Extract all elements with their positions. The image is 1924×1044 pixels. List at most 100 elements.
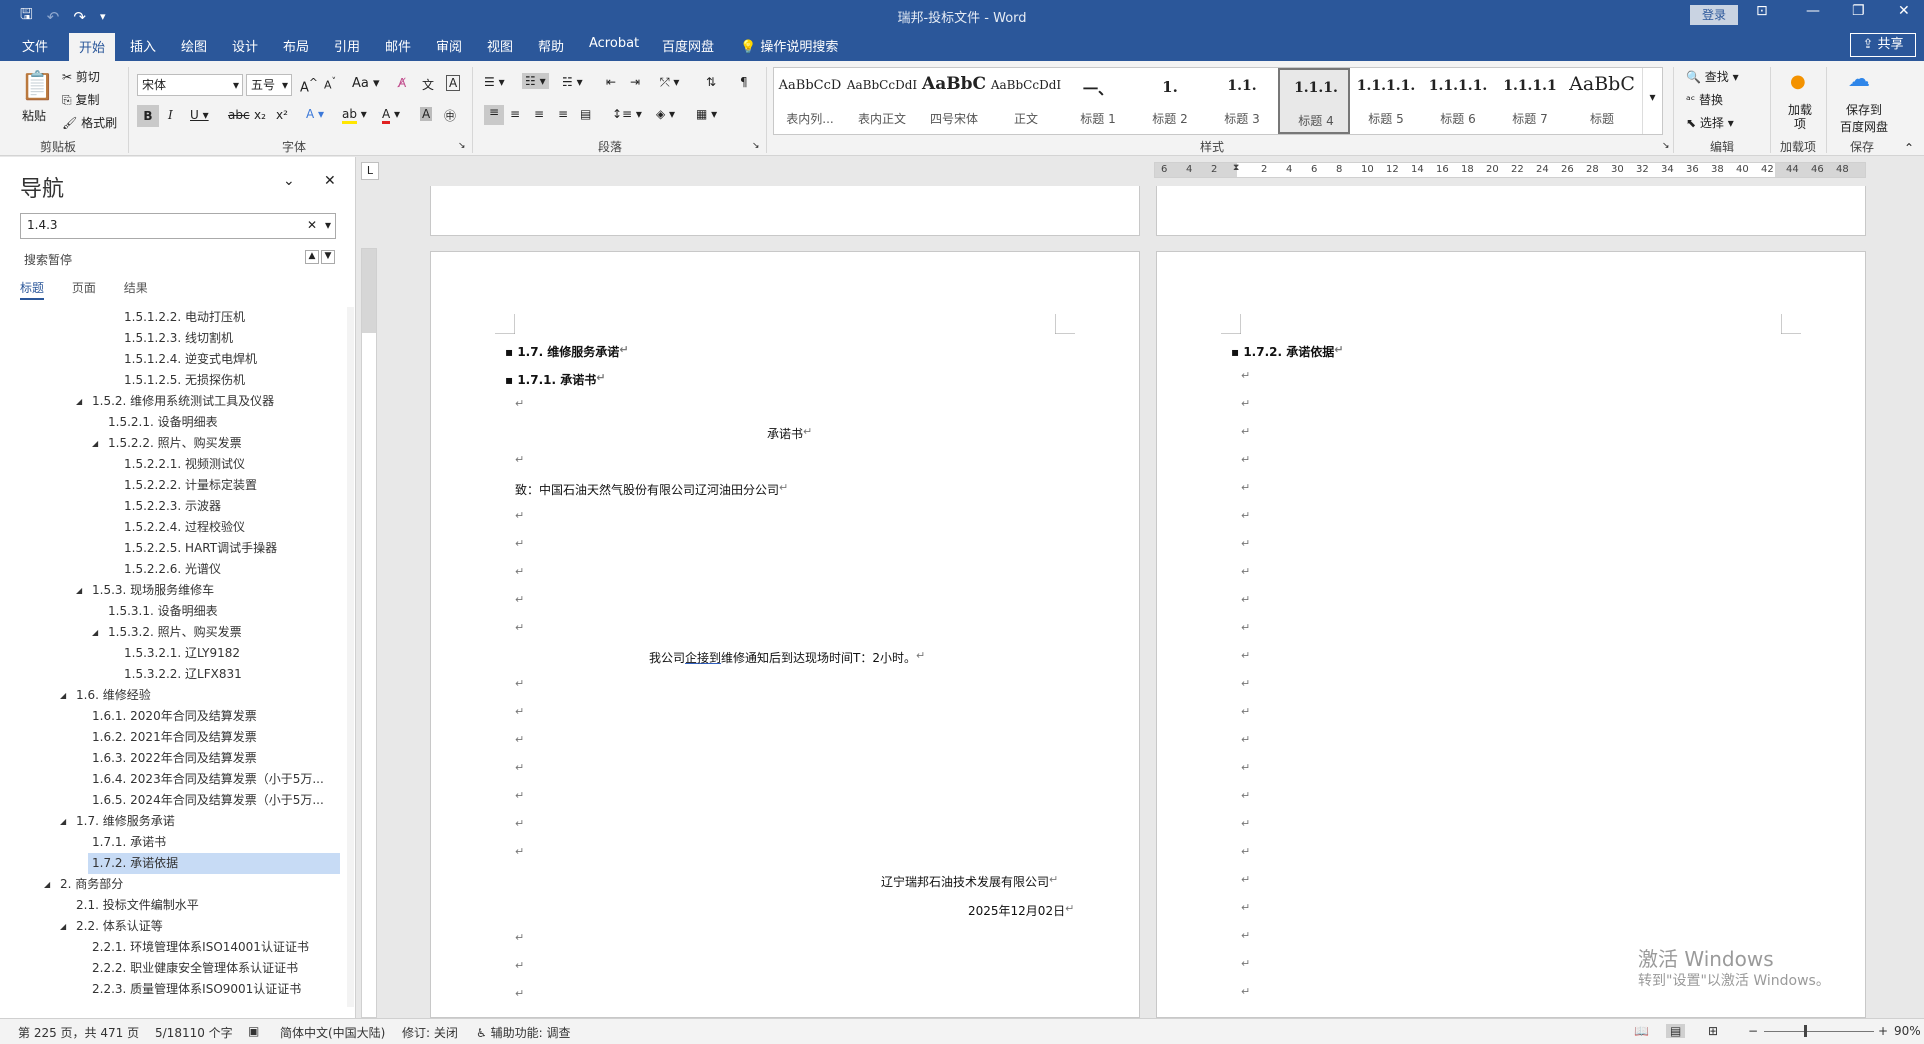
numbering-icon[interactable]: ☷ ▾ bbox=[522, 73, 549, 89]
nav-scrollbar[interactable] bbox=[347, 307, 354, 1007]
tab-selector[interactable]: L bbox=[361, 162, 379, 180]
superscript-button[interactable]: x² bbox=[276, 108, 288, 122]
undo-icon[interactable]: ↶ bbox=[47, 8, 60, 26]
nav-tab-results[interactable]: 结果 bbox=[124, 281, 148, 295]
style-item[interactable]: AaBbC 四号宋体 bbox=[918, 68, 990, 134]
addins-icon[interactable]: ● bbox=[1790, 71, 1806, 92]
zoom-level[interactable]: 90% bbox=[1894, 1024, 1921, 1038]
horizontal-ruler[interactable]: 6 4 2 2 4 6 8 10 12 14 16 18 20 22 24 26 28 30 32 34 36 38 40 4… bbox=[1154, 162, 1866, 178]
nav-heading-item[interactable]: 1.5.1.2.4. 逆变式电焊机 bbox=[124, 349, 257, 370]
style-item[interactable]: 一、 标题 1 bbox=[1062, 68, 1134, 134]
nav-heading-item[interactable]: 1.5.2.1. 设备明细表 bbox=[108, 412, 218, 433]
indent-marker[interactable]: ⧗ bbox=[1233, 163, 1239, 173]
proofing-icon[interactable]: ▣ bbox=[248, 1024, 259, 1038]
text-effects-icon[interactable]: A ▾ bbox=[306, 107, 324, 121]
align-right-button[interactable]: ≡ bbox=[534, 107, 544, 121]
decrease-indent-icon[interactable]: ⇤ bbox=[606, 75, 616, 89]
nav-heading-item[interactable]: ◢ 1.5.3. 现场服务维修车 bbox=[76, 580, 214, 601]
justify-button[interactable]: ≡ bbox=[558, 107, 568, 121]
zoom-out-icon[interactable]: − bbox=[1748, 1024, 1758, 1038]
expand-toggle-icon[interactable]: ◢ bbox=[44, 874, 50, 895]
style-item[interactable]: 1.1.1.1. 标题 6 bbox=[1422, 68, 1494, 134]
tab-help[interactable]: 帮助 bbox=[538, 36, 564, 55]
style-item[interactable]: 1.1.1.1 标题 7 bbox=[1494, 68, 1566, 134]
borders-icon[interactable]: ▦ ▾ bbox=[696, 107, 717, 121]
style-item[interactable]: 1.1.1. 标题 4 bbox=[1278, 68, 1350, 134]
tab-file[interactable]: 文件 bbox=[22, 36, 48, 55]
baidu-cloud-icon[interactable]: ☁ bbox=[1848, 67, 1870, 92]
style-item[interactable]: AaBbCcD 表内列... bbox=[774, 68, 846, 134]
close-icon[interactable]: ✕ bbox=[324, 173, 336, 189]
zoom-slider[interactable] bbox=[1764, 1031, 1874, 1032]
sort-icon[interactable]: ⇅ bbox=[706, 75, 716, 89]
align-left-button[interactable]: ≡ bbox=[484, 105, 504, 125]
minimize-icon[interactable]: — bbox=[1806, 3, 1820, 19]
style-item[interactable]: 1.1.1.1. 标题 5 bbox=[1350, 68, 1422, 134]
previous-result-icon[interactable]: ▲ bbox=[305, 250, 319, 264]
show-marks-icon[interactable]: ¶ bbox=[740, 75, 748, 89]
strikethrough-button[interactable]: abc bbox=[228, 108, 250, 122]
highlight-icon[interactable]: ab ▾ bbox=[342, 107, 367, 124]
bold-button[interactable]: B bbox=[137, 105, 159, 127]
nav-heading-item[interactable]: 1.6.3. 2022年合同及结算发票 bbox=[92, 748, 257, 769]
styles-dialog-launcher-icon[interactable]: ↘ bbox=[1662, 141, 1670, 151]
distributed-button[interactable]: ▤ bbox=[580, 107, 591, 121]
nav-heading-item[interactable]: 1.6.2. 2021年合同及结算发票 bbox=[92, 727, 257, 748]
nav-heading-item[interactable]: ◢ 1.5.2.2. 照片、购买发票 bbox=[92, 433, 242, 454]
nav-heading-item[interactable]: 1.5.2.2.3. 示波器 bbox=[124, 496, 221, 517]
tab-insert[interactable]: 插入 bbox=[130, 36, 156, 55]
select-button[interactable]: ⬉ 选择 ▾ bbox=[1686, 114, 1734, 131]
character-shading-icon[interactable]: A bbox=[420, 107, 433, 121]
nav-heading-item[interactable]: 1.6.4. 2023年合同及结算发票（小于5万... bbox=[92, 769, 324, 790]
expand-toggle-icon[interactable]: ◢ bbox=[60, 685, 66, 706]
collapse-ribbon-icon[interactable]: ⌃ bbox=[1904, 141, 1914, 155]
nav-heading-item[interactable]: 1.5.2.2.6. 光谱仪 bbox=[124, 559, 221, 580]
expand-toggle-icon[interactable]: ◢ bbox=[76, 391, 82, 412]
nav-heading-item[interactable]: 1.5.2.2.4. 过程校验仪 bbox=[124, 517, 245, 538]
nav-heading-item[interactable]: 1.5.3.1. 设备明细表 bbox=[108, 601, 218, 622]
nav-heading-item[interactable]: 1.5.3.2.1. 辽LY9182 bbox=[124, 643, 240, 664]
phonetic-guide-icon[interactable]: 文 bbox=[422, 76, 434, 93]
nav-search-input[interactable]: 1.4.3 ✕ ▾ bbox=[20, 213, 336, 239]
print-layout-icon[interactable]: ▤ bbox=[1666, 1024, 1686, 1038]
chevron-down-icon[interactable]: ⌄ bbox=[283, 173, 295, 189]
font-dialog-launcher-icon[interactable]: ↘ bbox=[458, 141, 466, 151]
share-button[interactable]: ⇪ 共享 bbox=[1850, 33, 1916, 57]
asian-layout-icon[interactable]: ⤱ ▾ bbox=[660, 75, 679, 90]
chevron-down-icon[interactable]: ▾ bbox=[325, 218, 331, 232]
addins-button[interactable]: 加载项 bbox=[1788, 103, 1812, 131]
style-item[interactable]: AaBbCcDdI 表内正文 bbox=[846, 68, 918, 134]
cut-button[interactable]: ✂ 剪切 bbox=[62, 68, 100, 85]
nav-tab-headings[interactable]: 标题 bbox=[20, 281, 45, 300]
subscript-button[interactable]: x₂ bbox=[254, 108, 266, 122]
paragraph-dialog-launcher-icon[interactable]: ↘ bbox=[752, 141, 760, 151]
next-result-icon[interactable]: ▼ bbox=[321, 250, 335, 264]
styles-more-icon[interactable]: ▾ bbox=[1642, 68, 1662, 134]
nav-heading-item[interactable]: 2.2.3. 质量管理体系ISO9001认证证书 bbox=[92, 979, 301, 1000]
vertical-ruler[interactable] bbox=[361, 248, 377, 1018]
style-item[interactable]: 1. 标题 2 bbox=[1134, 68, 1206, 134]
clear-formatting-icon[interactable]: A̸ bbox=[398, 76, 406, 90]
expand-toggle-icon[interactable]: ◢ bbox=[92, 433, 98, 454]
grow-font-icon[interactable]: A^ bbox=[300, 76, 318, 95]
nav-heading-item[interactable]: 2.2.1. 环境管理体系ISO14001认证证书 bbox=[92, 937, 309, 958]
style-item[interactable]: 1.1. 标题 3 bbox=[1206, 68, 1278, 134]
redo-icon[interactable]: ↷ bbox=[73, 8, 86, 26]
nav-heading-item[interactable]: 1.5.1.2.2. 电动打压机 bbox=[124, 307, 245, 328]
nav-heading-item[interactable]: ◢ 2. 商务部分 bbox=[44, 874, 123, 895]
save-icon[interactable]: 🖫 bbox=[20, 4, 33, 29]
paste-icon[interactable]: 📋 bbox=[20, 69, 55, 102]
nav-heading-item[interactable]: 1.6.5. 2024年合同及结算发票（小于5万... bbox=[92, 790, 324, 811]
nav-heading-item[interactable]: 1.5.1.2.5. 无损探伤机 bbox=[124, 370, 245, 391]
font-name-combo[interactable]: 宋体 ▾ bbox=[137, 74, 243, 96]
tab-design[interactable]: 设计 bbox=[232, 36, 258, 55]
nav-heading-item[interactable]: 1.5.2.2.1. 视频测试仪 bbox=[124, 454, 245, 475]
clear-search-icon[interactable]: ✕ bbox=[307, 218, 317, 232]
word-count[interactable]: 5/18110 个字 bbox=[155, 1024, 233, 1041]
nav-heading-item[interactable]: 1.5.1.2.3. 线切割机 bbox=[124, 328, 233, 349]
format-painter-button[interactable]: 🖌 格式刷 bbox=[62, 114, 117, 131]
nav-tab-pages[interactable]: 页面 bbox=[72, 281, 96, 295]
tab-draw[interactable]: 绘图 bbox=[181, 36, 207, 55]
copy-button[interactable]: ⎘ 复制 bbox=[62, 91, 99, 108]
page-right[interactable]: ▪ 1.7.2. 承诺依据 ↵ ↵ ↵ ↵ ↵ ↵ ↵ ↵ ↵ ↵ ↵ ↵ ↵ ↵ ↵ ↵ ↵ ↵ ↵ ↵ ↵ ↵ ↵ ↵ bbox=[1156, 251, 1866, 1018]
